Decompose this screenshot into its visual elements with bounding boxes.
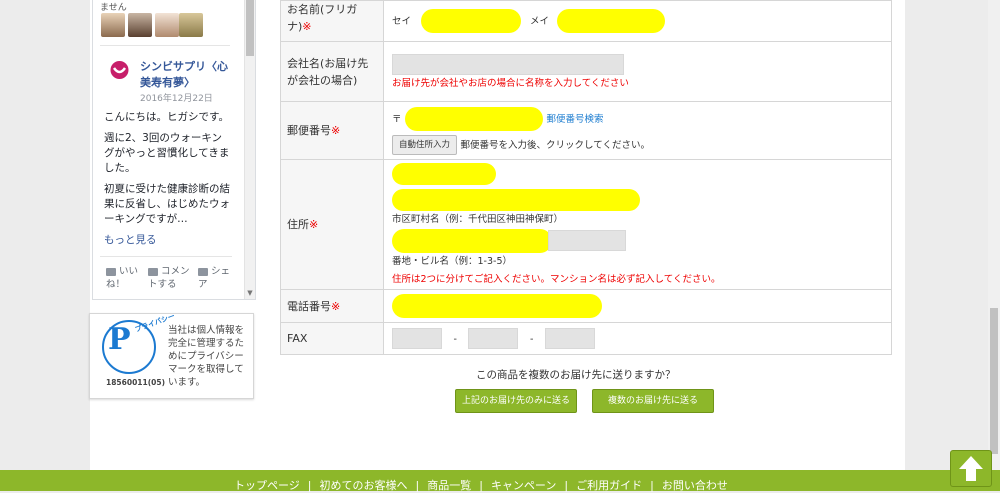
fax-input-1[interactable]	[392, 328, 442, 349]
privacy-mark-box: P プライバシー 18560011(05) 当社は個人情報を完全に管理するために…	[89, 312, 254, 399]
avatar[interactable]	[179, 13, 203, 37]
prefecture-select[interactable]	[392, 162, 496, 185]
page-logo[interactable]	[103, 58, 136, 91]
furigana-field: セイ メイ	[383, 0, 892, 42]
multi-delivery-question: この商品を複数のお届け先に送りますか？	[476, 369, 676, 381]
post-date[interactable]: 2016年12月22日	[140, 91, 213, 104]
furigana-label: お名前(フリガナ)※	[280, 0, 384, 42]
avatar[interactable]	[155, 13, 179, 37]
page-scroll-thumb[interactable]	[990, 308, 998, 454]
address-field: 市区町村名（例：千代田区神田神保町） 番地・ビル名（例：1-3-5） 住所は2つ…	[383, 159, 892, 290]
address-label: 住所※	[280, 159, 384, 290]
address-row: 住所※ 市区町村名（例：千代田区神田神保町） 番地・ビル名（例：1-3-5） 住…	[280, 159, 892, 290]
postal-prefix: 〒	[392, 113, 402, 125]
sei-label: セイ	[392, 16, 412, 27]
company-field: お届け先が会社やお店の場合に名称を入力してください	[383, 41, 892, 102]
postal-code-input[interactable]	[405, 106, 544, 131]
phone-label: 電話番号※	[280, 289, 384, 323]
like-icon	[106, 267, 116, 276]
furigana-row: お名前(フリガナ)※ セイ メイ	[280, 0, 892, 42]
single-delivery-button[interactable]: 上記のお届け先のみに送る	[455, 389, 577, 413]
auto-address-button[interactable]: 自動住所入力	[392, 134, 458, 155]
company-note: お届け先が会社やお店の場合に名称を入力してください	[392, 78, 629, 89]
post-paragraph: 週に2、3回のウォーキングがやっと習慣化してきました。	[104, 132, 230, 174]
mei-label: メイ	[530, 16, 550, 27]
postal-search-link[interactable]: 郵便番号検索	[547, 114, 604, 125]
widget-scrollbar[interactable]: ▼	[244, 0, 255, 299]
auto-address-hint: 郵便番号を入力後、クリックしてください。	[460, 139, 650, 151]
share-icon	[198, 267, 208, 276]
privacy-mark-number: 18560011(05)	[106, 378, 166, 387]
fax-row: FAX - -	[280, 322, 892, 355]
post-body: こんにちは。ヒガシです。 週に2、3回のウォーキングがやっと習慣化してきました。…	[104, 110, 232, 233]
see-more-link[interactable]: もっと見る	[104, 232, 157, 247]
fax-input-2[interactable]	[468, 328, 519, 349]
arrow-up-icon	[959, 456, 983, 481]
comment-icon	[148, 267, 158, 276]
phone-field	[383, 289, 892, 323]
postal-field: 〒 郵便番号検索 自動住所入力 郵便番号を入力後、クリックしてください。	[383, 101, 892, 160]
page-name-link[interactable]: シンビサプリ〈心美寿有夢〉	[140, 59, 236, 91]
phone-input[interactable]	[392, 294, 602, 318]
footer-link-contact[interactable]: お問い合わせ	[662, 479, 728, 492]
footer-link-top[interactable]: トップページ	[234, 479, 300, 492]
fax-input-3[interactable]	[544, 328, 595, 349]
sei-input[interactable]	[420, 9, 521, 33]
footer-link-campaign[interactable]: キャンペーン	[491, 479, 556, 492]
street-input[interactable]	[392, 228, 552, 253]
footer-link-products[interactable]: 商品一覧	[427, 479, 471, 492]
street-hint: 番地・ビル名（例：1-3-5）	[392, 255, 512, 267]
address-note: 住所は2つに分けてご記入ください。マンション名は必ず記入してください。	[392, 273, 721, 285]
multiple-delivery-button[interactable]: 複数のお届け先に送る	[592, 389, 714, 413]
fax-dash: -	[529, 333, 534, 345]
postal-label: 郵便番号※	[280, 101, 384, 160]
postal-row: 郵便番号※ 〒 郵便番号検索 自動住所入力 郵便番号を入力後、クリックしてくださ…	[280, 101, 892, 160]
footer: トップページ | 初めてのお客様へ | 商品一覧 | キャンペーン | ご利用ガイド | お問い合わ…	[0, 470, 1000, 492]
back-to-top-button[interactable]	[950, 450, 992, 487]
comment-button[interactable]: コメン トする	[148, 265, 190, 291]
page-scrollbar[interactable]	[988, 0, 1000, 470]
mei-input[interactable]	[556, 9, 665, 33]
logo-mark-icon	[103, 58, 136, 91]
widget-top-text: ません	[100, 3, 127, 13]
widget-scroll-thumb[interactable]	[246, 0, 254, 56]
street-input-extension[interactable]	[548, 230, 626, 251]
post-paragraph: 初夏に受けた健康診断の結果に反省し、はじめたウォーキングですが…	[104, 183, 230, 225]
avatar[interactable]	[128, 13, 152, 37]
fax-field: - -	[383, 322, 892, 355]
scroll-down-icon[interactable]: ▼	[245, 288, 255, 298]
post-paragraph: こんにちは。ヒガシです。	[104, 111, 229, 123]
like-button[interactable]: いい ね！	[106, 265, 138, 291]
company-input[interactable]	[392, 54, 624, 75]
avatar[interactable]	[101, 13, 125, 37]
company-row: 会社名(お届け先が会社の場合) お届け先が会社やお店の場合に名称を入力してくださ…	[280, 41, 892, 102]
city-hint: 市区町村名（例：千代田区神田神保町）	[392, 213, 564, 225]
divider	[100, 45, 230, 46]
post-actions: いい ね！ コメン トする シェ ア	[100, 256, 232, 290]
city-input[interactable]	[392, 188, 640, 211]
privacy-mark-description: 当社は個人情報を完全に管理するためにプライバシーマークを取得しています。	[168, 325, 245, 388]
phone-row: 電話番号※	[280, 289, 892, 323]
fax-label: FAX	[280, 322, 384, 355]
delivery-form: お名前(フリガナ)※ セイ メイ 会社名(お届け先が会社の場合) お届け先が会社…	[280, 0, 892, 355]
footer-link-first-time[interactable]: 初めてのお客様へ	[320, 479, 408, 492]
share-button[interactable]: シェ ア	[198, 265, 230, 291]
company-label: 会社名(お届け先が会社の場合)	[280, 41, 384, 102]
fax-dash: -	[453, 333, 457, 345]
footer-link-guide[interactable]: ご利用ガイド	[576, 479, 642, 492]
